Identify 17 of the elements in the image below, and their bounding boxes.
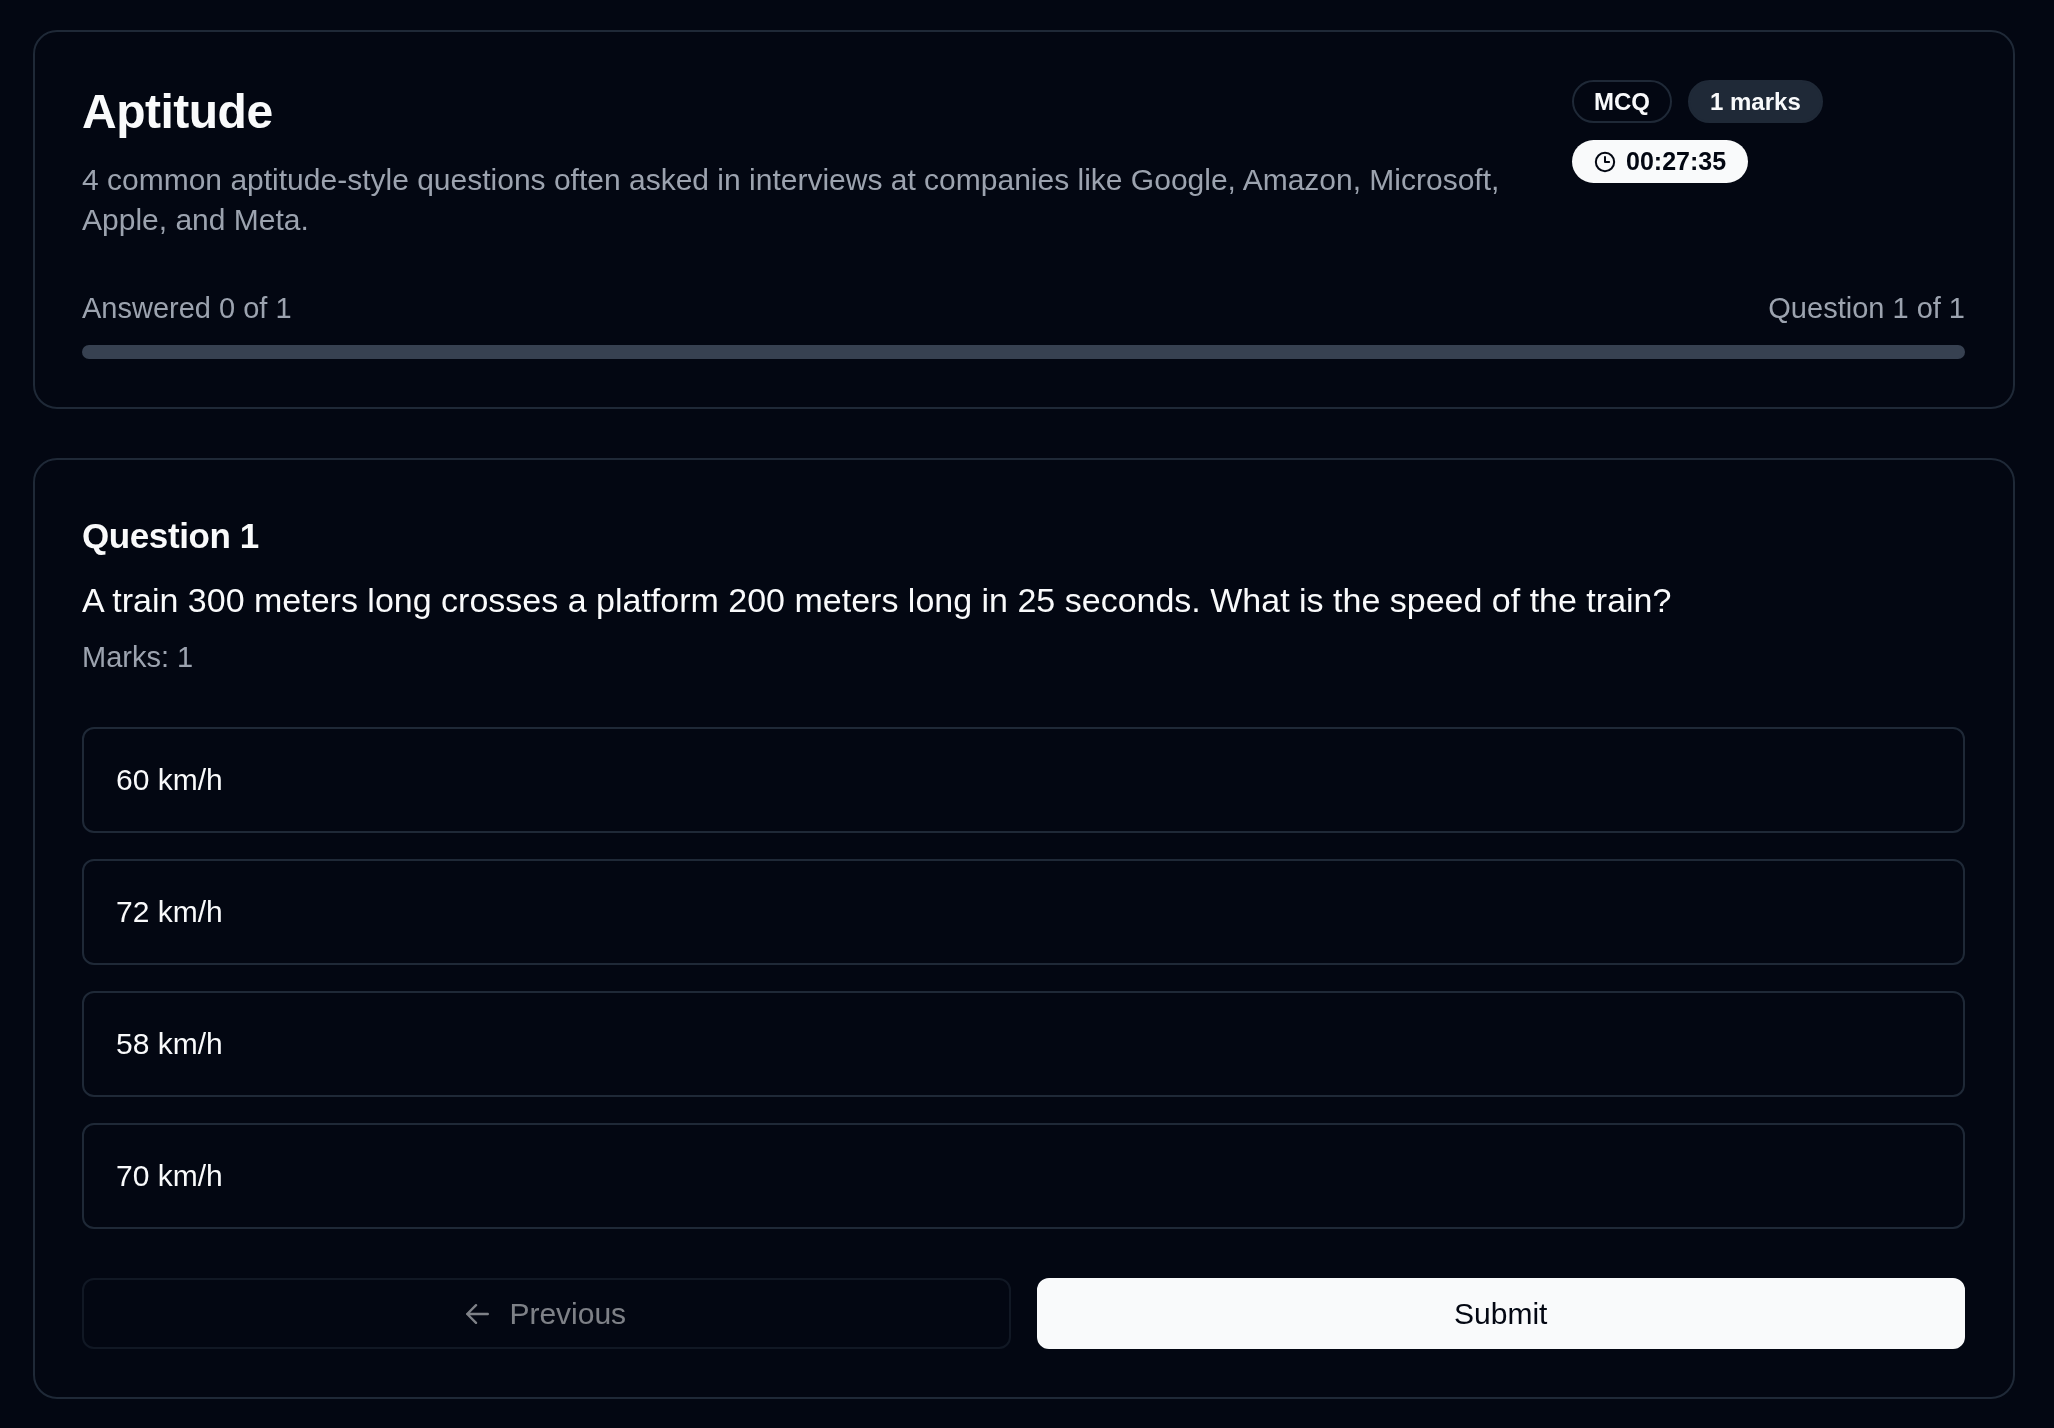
arrow-left-icon	[466, 1303, 490, 1324]
answer-option[interactable]: 60 km/h	[82, 727, 1965, 833]
quiz-description: 4 common aptitude-style questions often asked in interviews at companies like Google, Amazon, Microsoft, Apple, and Meta.	[82, 162, 1501, 238]
timer-text: 00:27:35	[1626, 147, 1727, 176]
question-marks: Marks: 1	[82, 640, 195, 675]
clock-icon	[1594, 150, 1616, 173]
type-badge: MCQ	[1572, 80, 1672, 123]
question-position: Question 1 of 1	[1768, 291, 1965, 326]
quiz-title: Aptitude	[82, 84, 274, 140]
answer-option[interactable]: 58 km/h	[82, 991, 1965, 1097]
question-heading: Question 1	[82, 515, 260, 557]
answered-count: Answered 0 of 1	[82, 291, 292, 326]
marks-badge: 1 marks	[1688, 80, 1823, 123]
answer-option[interactable]: 72 km/h	[82, 859, 1965, 965]
answer-option[interactable]: 70 km/h	[82, 1123, 1965, 1229]
submit-button[interactable]: Submit	[1036, 1278, 1965, 1349]
question-text: A train 300 meters long crosses a platform 200 meters long in 25 seconds. What is the speed of the train?	[82, 580, 1673, 621]
